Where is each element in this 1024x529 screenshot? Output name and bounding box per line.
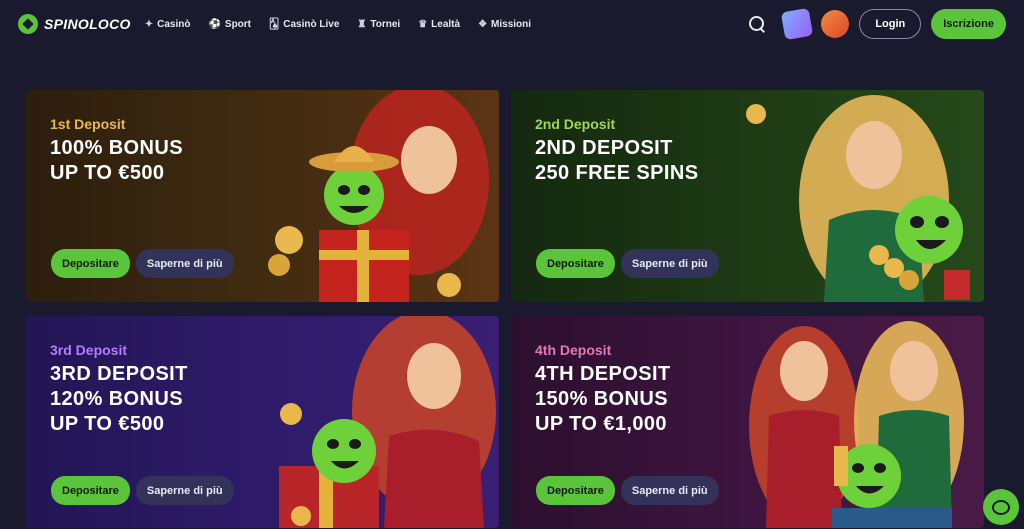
deposit-button[interactable]: Depositare bbox=[536, 476, 615, 505]
gift-promo-icon[interactable] bbox=[781, 7, 814, 41]
nav-item-missioni[interactable]: ❖ Missioni bbox=[478, 19, 531, 30]
card-headline: UP TO €500 bbox=[50, 162, 165, 184]
card-actions: Depositare Saperne di più bbox=[51, 476, 234, 505]
bonus-card-2nd-deposit[interactable]: 2nd Deposit 2ND DEPOSIT 250 FREE SPINS D… bbox=[511, 90, 984, 302]
card-headline: UP TO €1,000 bbox=[535, 413, 667, 435]
card-text: 2nd Deposit 2ND DEPOSIT 250 FREE SPINS bbox=[535, 116, 698, 186]
nav-item-sport[interactable]: ⚽ Sport bbox=[208, 19, 251, 30]
crown-icon: ♛ bbox=[418, 18, 428, 30]
diamond-icon: ✦ bbox=[144, 18, 154, 30]
card-headline: 250 FREE SPINS bbox=[535, 162, 699, 184]
nav-item-label: Lealtà bbox=[431, 18, 461, 30]
card-headline: 2ND DEPOSIT bbox=[535, 137, 673, 159]
cards-icon: 🂡 bbox=[269, 18, 280, 30]
deposit-button[interactable]: Depositare bbox=[51, 249, 130, 278]
deposit-button[interactable]: Depositare bbox=[51, 476, 130, 505]
bonus-card-4th-deposit[interactable]: 4th Deposit 4TH DEPOSIT 150% BONUS UP TO… bbox=[511, 316, 984, 528]
trophy-icon: ♜ bbox=[357, 18, 367, 30]
nav-item-lealta[interactable]: ♛ Lealtà bbox=[418, 19, 460, 30]
nav-item-label: Missioni bbox=[491, 18, 532, 30]
promo-illustration-4 bbox=[749, 321, 964, 528]
card-subtitle: 4th Deposit bbox=[535, 342, 612, 358]
promo-illustration-3 bbox=[279, 316, 496, 528]
login-button[interactable]: Login bbox=[859, 9, 922, 39]
brand-logo[interactable]: SPINOLOCO bbox=[18, 14, 131, 34]
card-text: 3rd Deposit 3RD DEPOSIT 120% BONUS UP TO… bbox=[50, 342, 188, 437]
chat-icon bbox=[992, 499, 1010, 515]
chat-support-button[interactable] bbox=[983, 489, 1019, 525]
header-actions: Login Iscrizione bbox=[747, 7, 1006, 41]
promo-illustration-2 bbox=[746, 95, 970, 302]
learn-more-button[interactable]: Saperne di più bbox=[135, 476, 234, 505]
promo-illustration-1 bbox=[268, 90, 489, 302]
nav-item-label: Casinò bbox=[157, 18, 191, 30]
card-subtitle: 3rd Deposit bbox=[50, 342, 128, 358]
card-actions: Depositare Saperne di più bbox=[51, 249, 234, 278]
card-headline: 120% BONUS bbox=[50, 388, 183, 410]
card-actions: Depositare Saperne di più bbox=[536, 476, 719, 505]
card-text: 1st Deposit 100% BONUS UP TO €500 bbox=[50, 116, 183, 186]
bonus-card-1st-deposit[interactable]: 1st Deposit 100% BONUS UP TO €500 Deposi… bbox=[26, 90, 499, 302]
card-actions: Depositare Saperne di più bbox=[536, 249, 719, 278]
card-headline: 100% BONUS bbox=[50, 137, 183, 159]
card-text: 4th Deposit 4TH DEPOSIT 150% BONUS UP TO… bbox=[535, 342, 671, 437]
card-headline: UP TO €500 bbox=[50, 413, 165, 435]
card-headline: 3RD DEPOSIT bbox=[50, 363, 188, 385]
deposit-button[interactable]: Depositare bbox=[536, 249, 615, 278]
search-icon[interactable] bbox=[747, 14, 767, 34]
learn-more-button[interactable]: Saperne di più bbox=[620, 476, 719, 505]
nav-item-label: Tornei bbox=[370, 18, 401, 30]
bolt-promo-icon[interactable] bbox=[821, 10, 850, 38]
nav-item-label: Sport bbox=[224, 18, 252, 30]
main-nav: ✦ Casinò ⚽ Sport 🂡 Casinò Live ♜ Tornei … bbox=[145, 19, 531, 30]
card-subtitle: 1st Deposit bbox=[50, 116, 126, 132]
nav-item-casino[interactable]: ✦ Casinò bbox=[145, 19, 191, 30]
logo-icon bbox=[18, 14, 38, 34]
bonus-card-3rd-deposit[interactable]: 3rd Deposit 3RD DEPOSIT 120% BONUS UP TO… bbox=[26, 316, 499, 528]
learn-more-button[interactable]: Saperne di più bbox=[620, 249, 719, 278]
ball-icon: ⚽ bbox=[208, 18, 221, 30]
signup-button[interactable]: Iscrizione bbox=[931, 9, 1006, 39]
top-header: SPINOLOCO ✦ Casinò ⚽ Sport 🂡 Casinò Live… bbox=[0, 0, 1024, 48]
card-headline: 150% BONUS bbox=[535, 388, 668, 410]
mission-icon: ❖ bbox=[478, 18, 488, 30]
brand-name: SPINOLOCO bbox=[44, 16, 131, 32]
card-subtitle: 2nd Deposit bbox=[535, 116, 616, 132]
learn-more-button[interactable]: Saperne di più bbox=[135, 249, 234, 278]
nav-item-label: Casinò Live bbox=[283, 18, 340, 30]
card-headline: 4TH DEPOSIT bbox=[535, 363, 671, 385]
nav-item-casino-live[interactable]: 🂡 Casinò Live bbox=[269, 19, 339, 30]
nav-item-tornei[interactable]: ♜ Tornei bbox=[357, 19, 400, 30]
